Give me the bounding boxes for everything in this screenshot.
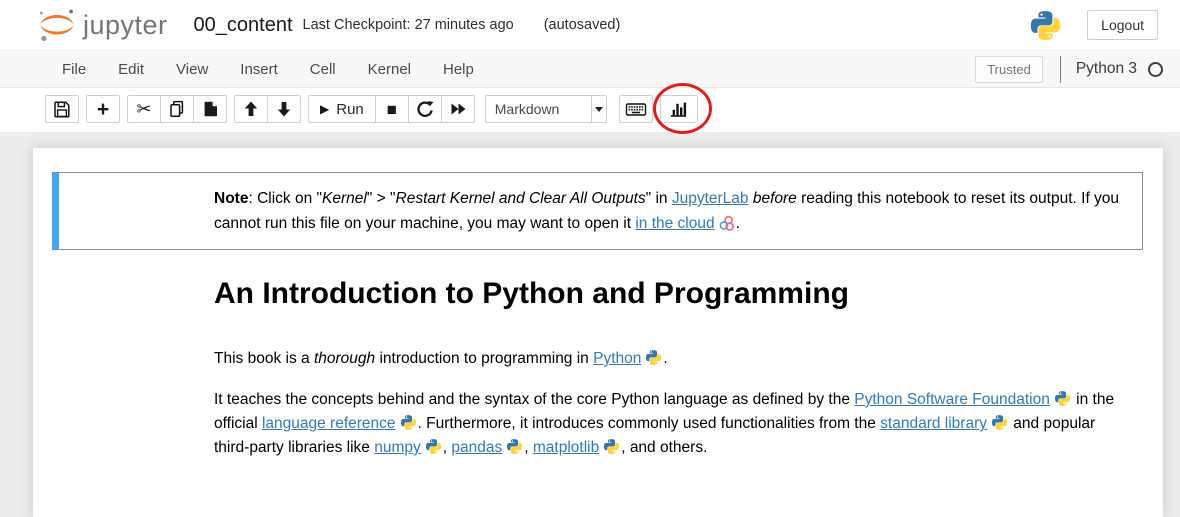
arrow-up-icon	[241, 99, 261, 119]
menu-kernel[interactable]: Kernel	[352, 51, 427, 87]
paste-icon	[200, 99, 220, 119]
toolbar: + ✂ ▶ Run ■	[0, 88, 1180, 132]
keyboard-icon	[625, 99, 647, 119]
p2-text: ,	[524, 439, 533, 456]
notebook-container: Note: Click on "Kernel" > "Restart Kerne…	[33, 148, 1163, 517]
interrupt-kernel-button[interactable]: ■	[375, 95, 409, 123]
python-icon	[603, 438, 620, 455]
language-reference-link[interactable]: language reference	[262, 415, 396, 432]
matplotlib-link[interactable]: matplotlib	[533, 439, 599, 456]
play-icon: ▶	[320, 102, 329, 116]
python-icon	[425, 438, 442, 455]
note-box: Note: Click on "Kernel" > "Restart Kerne…	[52, 172, 1143, 250]
note-text: " > "	[367, 190, 396, 207]
python-icon	[645, 349, 662, 366]
divider	[1060, 56, 1061, 83]
menu-view[interactable]: View	[160, 51, 224, 87]
note-label: Note	[214, 190, 248, 207]
note-text: : Click on "	[248, 190, 322, 207]
menu-help[interactable]: Help	[427, 51, 490, 87]
paste-cell-button[interactable]	[193, 95, 227, 123]
binder-icon	[719, 215, 736, 232]
copy-icon	[167, 99, 187, 119]
python-icon	[400, 414, 417, 431]
pandas-link[interactable]: pandas	[451, 439, 502, 456]
jupyterlab-link[interactable]: JupyterLab	[672, 190, 749, 207]
bar-chart-icon	[668, 99, 689, 119]
save-button[interactable]	[45, 95, 79, 123]
numpy-link[interactable]: numpy	[374, 439, 421, 456]
python-icon	[991, 414, 1008, 431]
add-cell-button[interactable]: +	[86, 95, 120, 123]
scissors-icon: ✂	[136, 100, 151, 118]
p1-thorough-italic: thorough	[314, 350, 375, 367]
jupyter-logo-text: jupyter	[83, 10, 168, 41]
kernel-name: Python 3	[1076, 60, 1137, 78]
logout-button[interactable]: Logout	[1087, 10, 1158, 40]
menu-cell[interactable]: Cell	[294, 51, 352, 87]
jupyter-logo[interactable]: jupyter	[36, 6, 168, 44]
p2-text: . Furthermore, it introduces commonly us…	[418, 415, 881, 432]
save-icon	[52, 99, 72, 119]
header: jupyter 00_content Last Checkpoint: 27 m…	[0, 0, 1180, 50]
standard-library-link[interactable]: standard library	[880, 415, 987, 432]
note-text: " in	[646, 190, 672, 207]
bar-chart-button[interactable]	[660, 95, 698, 123]
note-kernel-italic: Kernel	[322, 190, 367, 207]
command-palette-button[interactable]	[619, 95, 653, 123]
python-logo-icon	[1029, 9, 1062, 42]
page-title: An Introduction to Python and Programmin…	[214, 277, 1133, 311]
menu-edit[interactable]: Edit	[102, 51, 160, 87]
cloud-link[interactable]: in the cloud	[635, 215, 714, 232]
paragraph-1: This book is a thorough introduction to …	[214, 347, 1126, 371]
checkpoint-status: Last Checkpoint: 27 minutes ago	[303, 17, 514, 33]
arrow-down-icon	[274, 99, 294, 119]
python-link[interactable]: Python	[593, 350, 641, 367]
p1-text: introduction to programming in	[375, 350, 593, 367]
jupyter-logo-icon	[36, 6, 78, 44]
cut-cell-button[interactable]: ✂	[127, 95, 161, 123]
chevron-down-icon	[595, 107, 603, 112]
p1-text: .	[663, 350, 667, 367]
note-before-italic: before	[749, 190, 797, 207]
menu-file[interactable]: File	[46, 51, 102, 87]
kernel-idle-icon	[1148, 62, 1163, 77]
restart-run-all-button[interactable]	[441, 95, 475, 123]
cell-type-select[interactable]: Markdown	[485, 95, 607, 123]
move-cell-up-button[interactable]	[234, 95, 268, 123]
note-text: .	[736, 215, 740, 232]
restart-kernel-button[interactable]	[408, 95, 442, 123]
move-cell-down-button[interactable]	[267, 95, 301, 123]
plus-icon: +	[97, 99, 109, 120]
cell-type-value: Markdown	[486, 101, 591, 117]
notebook-site: Note: Click on "Kernel" > "Restart Kerne…	[0, 132, 1180, 517]
autosave-status: (autosaved)	[544, 17, 621, 33]
p2-text: , and others.	[621, 439, 707, 456]
notebook-title[interactable]: 00_content	[194, 14, 293, 37]
stop-icon: ■	[387, 101, 397, 118]
run-button[interactable]: ▶ Run	[308, 95, 376, 123]
menu-insert[interactable]: Insert	[224, 51, 294, 87]
paragraph-2: It teaches the concepts behind and the s…	[214, 388, 1126, 460]
python-icon	[1054, 390, 1071, 407]
trusted-badge[interactable]: Trusted	[975, 56, 1043, 83]
fast-forward-icon	[448, 99, 468, 119]
run-label: Run	[336, 101, 364, 118]
p2-text: It teaches the concepts behind and the s…	[214, 391, 854, 408]
markdown-cell: An Introduction to Python and Programmin…	[52, 277, 1143, 460]
select-arrow-segment[interactable]	[591, 96, 606, 122]
p1-text: This book is a	[214, 350, 314, 367]
python-icon	[506, 438, 523, 455]
copy-cell-button[interactable]	[160, 95, 194, 123]
note-restart-italic: Restart Kernel and Clear All Outputs	[396, 190, 646, 207]
restart-icon	[415, 99, 435, 119]
psf-link[interactable]: Python Software Foundation	[854, 391, 1050, 408]
menubar: File Edit View Insert Cell Kernel Help T…	[0, 50, 1180, 88]
